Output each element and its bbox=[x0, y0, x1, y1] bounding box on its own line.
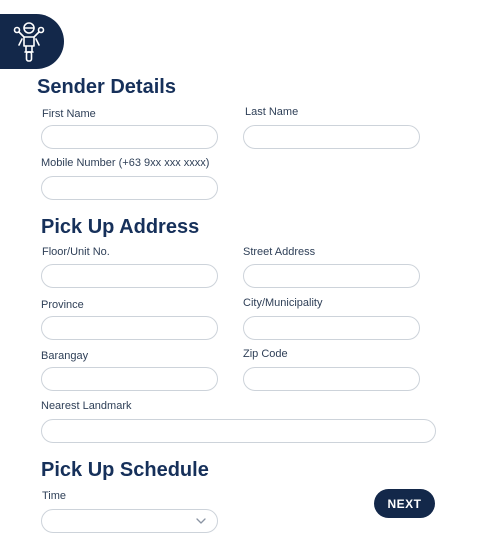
pickup-address-title: Pick Up Address bbox=[41, 216, 200, 238]
time-select[interactable] bbox=[41, 509, 218, 533]
last-name-label: Last Name bbox=[245, 106, 299, 118]
zip-code-input[interactable] bbox=[243, 367, 420, 391]
barangay-label: Barangay bbox=[41, 350, 89, 362]
street-address-label: Street Address bbox=[243, 246, 316, 258]
motorcycle-rider-icon bbox=[13, 21, 45, 62]
floor-unit-label: Floor/Unit No. bbox=[42, 246, 110, 258]
chevron-down-icon bbox=[196, 518, 206, 524]
province-input[interactable] bbox=[41, 316, 218, 340]
barangay-input[interactable] bbox=[41, 367, 218, 391]
nearest-landmark-input[interactable] bbox=[41, 419, 436, 443]
zip-code-label: Zip Code bbox=[243, 348, 288, 360]
logo-badge bbox=[0, 14, 64, 69]
last-name-input[interactable] bbox=[243, 125, 420, 149]
city-municipality-label: City/Municipality bbox=[243, 297, 323, 309]
mobile-number-input[interactable] bbox=[41, 176, 218, 200]
nearest-landmark-label: Nearest Landmark bbox=[41, 400, 132, 412]
pickup-schedule-title: Pick Up Schedule bbox=[41, 459, 209, 481]
first-name-label: First Name bbox=[42, 108, 96, 120]
sender-details-title: Sender Details bbox=[37, 76, 176, 98]
first-name-input[interactable] bbox=[41, 125, 218, 149]
street-address-input[interactable] bbox=[243, 264, 420, 288]
city-municipality-input[interactable] bbox=[243, 316, 420, 340]
next-button[interactable]: NEXT bbox=[374, 489, 435, 518]
floor-unit-input[interactable] bbox=[41, 264, 218, 288]
time-label: Time bbox=[42, 490, 67, 502]
province-label: Province bbox=[41, 299, 84, 311]
mobile-number-label: Mobile Number (+63 9xx xxx xxxx) bbox=[41, 157, 210, 169]
